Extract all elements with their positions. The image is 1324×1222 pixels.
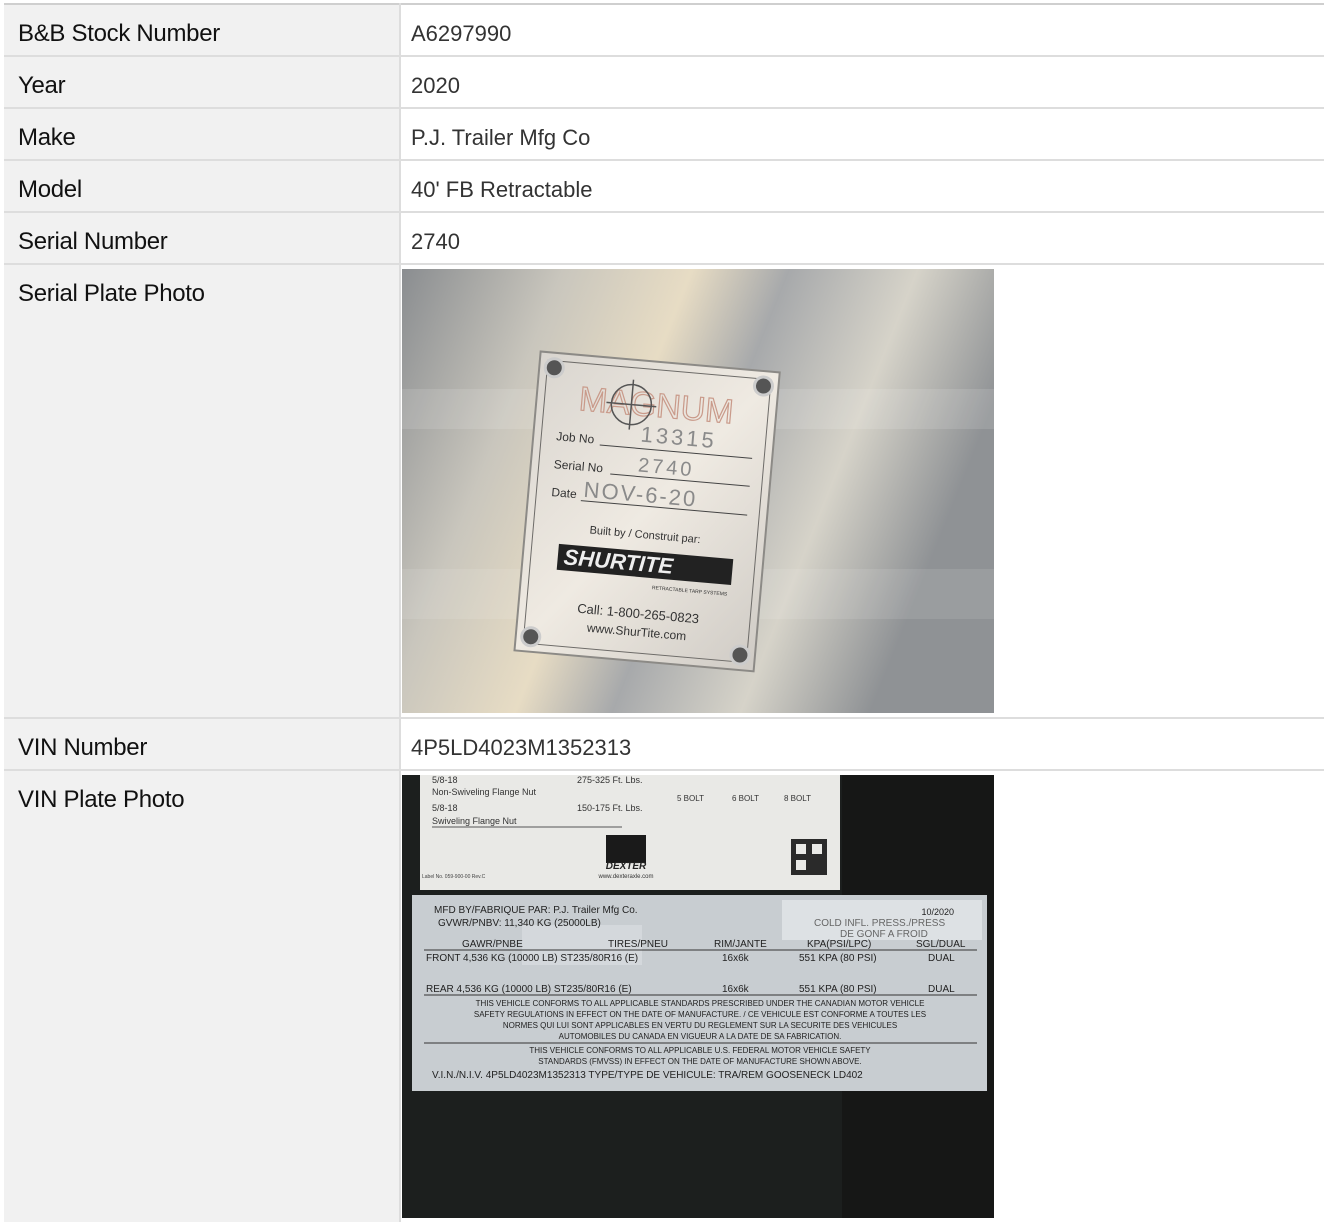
spec-value: 4P5LD4023M1352313 (400, 718, 1324, 771)
spec-label: B&B Stock Number (4, 4, 401, 57)
rear-axle: REAR 4,536 KG (10000 LB) ST235/80R16 (E) (426, 984, 632, 995)
h-sgl: SGL/DUAL (916, 939, 966, 950)
spec-row-vin-number: VIN Number 4P5LD4023M1352313 (4, 718, 1324, 771)
spec-row-serial-plate-photo: Serial Plate Photo MAGNUM Job No 13315 S… (4, 264, 1324, 719)
front-rim: 16x6k (722, 953, 750, 964)
h-kpa: KPA(PSI/LPC) (807, 939, 871, 950)
spec-value: 2020 (400, 56, 1324, 109)
us-cert-2: STANDARDS (FMVSS) IN EFFECT ON THE DATE … (538, 1057, 861, 1066)
spec-row-model: Model 40' FB Retractable (4, 160, 1324, 213)
torque-1b: Non-Swiveling Flange Nut (432, 787, 537, 797)
h-rim: RIM/JANTE (714, 939, 767, 950)
torque-2a: 5/8-18 (432, 803, 458, 813)
spec-row-make: Make P.J. Trailer Mfg Co (4, 108, 1324, 161)
vin-plate-photo[interactable]: 5/8-18 Non-Swiveling Flange Nut 275-325 … (402, 775, 994, 1218)
spec-row-vin-plate-photo: VIN Plate Photo 5/8-18 Non-Swiveling Fla… (4, 770, 1324, 1222)
spec-label: Model (4, 160, 401, 213)
label-no: Label No. 059-900-00 Rev.C (422, 874, 486, 880)
spec-value: 40' FB Retractable (400, 160, 1324, 213)
rear-kpa: 551 KPA (80 PSI) (799, 984, 877, 995)
spec-value: 2740 (400, 212, 1324, 265)
mfd-by: MFD BY/FABRIQUE PAR: P.J. Trailer Mfg Co… (434, 905, 638, 916)
bolt-5: 5 BOLT (677, 794, 704, 803)
can-cert-3: NORMES QUI LUI SONT APPLICABLES EN VERTU… (503, 1021, 897, 1030)
torque-2b: Swiveling Flange Nut (432, 816, 517, 826)
spec-row-stock-number: B&B Stock Number A6297990 (4, 4, 1324, 57)
dexter-web: www.dexteraxle.com (597, 874, 653, 880)
torque-1v: 275-325 Ft. Lbs. (577, 775, 643, 785)
spec-row-serial-number: Serial Number 2740 (4, 212, 1324, 265)
rear-dual: DUAL (928, 984, 955, 995)
rear-rim: 16x6k (722, 984, 750, 995)
can-cert-1: THIS VEHICLE CONFORMS TO ALL APPLICABLE … (476, 999, 925, 1008)
mfd-date: 10/2020 (921, 907, 954, 917)
front-dual: DUAL (928, 953, 955, 964)
spec-label: VIN Plate Photo (4, 770, 401, 1222)
spec-label: Make (4, 108, 401, 161)
spec-label: VIN Number (4, 718, 401, 771)
spec-value: A6297990 (400, 4, 1324, 57)
spec-value: P.J. Trailer Mfg Co (400, 108, 1324, 161)
h-tires: TIRES/PNEU (608, 939, 668, 950)
spec-row-year: Year 2020 (4, 56, 1324, 109)
bolt-6: 6 BOLT (732, 794, 759, 803)
gvwr: GVWR/PNBV: 11,340 KG (25000LB) (438, 918, 601, 929)
date-label: Date (551, 485, 578, 501)
us-cert-1: THIS VEHICLE CONFORMS TO ALL APPLICABLE … (529, 1046, 871, 1055)
spec-label: Serial Number (4, 212, 401, 265)
vin-line: V.I.N./N.I.V. 4P5LD4023M1352313 TYPE/TYP… (432, 1070, 863, 1081)
serial-plate-photo[interactable]: MAGNUM Job No 13315 Serial No 2740 Date … (402, 269, 994, 713)
spec-label: Serial Plate Photo (4, 264, 401, 719)
torque-2v: 150-175 Ft. Lbs. (577, 803, 643, 813)
can-cert-4: AUTOMOBILES DU CANADA EN VIGUEUR A LA DA… (559, 1032, 842, 1041)
front-kpa: 551 KPA (80 PSI) (799, 953, 877, 964)
trailer-spec-table: B&B Stock Number A6297990 Year 2020 Make… (4, 3, 1324, 1222)
can-cert-2: SAFETY REGULATIONS IN EFFECT ON THE DATE… (474, 1010, 926, 1019)
bolt-8: 8 BOLT (784, 794, 811, 803)
torque-1a: 5/8-18 (432, 775, 458, 785)
h-gawr: GAWR/PNBE (462, 939, 523, 950)
spec-label: Year (4, 56, 401, 109)
cold-infl: COLD INFL. PRESS./PRESS (814, 918, 945, 929)
dexter-logo: DEXTER (606, 861, 647, 872)
front-axle: FRONT 4,536 KG (10000 LB) ST235/80R16 (E… (426, 953, 638, 964)
